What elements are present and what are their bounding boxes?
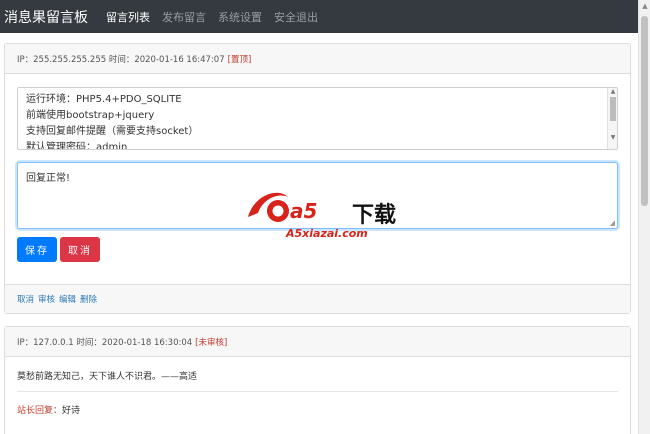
nav-logout[interactable]: 安全退出 xyxy=(274,9,318,25)
content-line: 运行环境：PHP5.4+PDO_SQLITE xyxy=(26,94,182,105)
action-delete-link[interactable]: 删除 xyxy=(80,293,97,305)
admin-reply-text: 好诗 xyxy=(62,406,81,416)
message-actions: 取消 审核 编辑 删除 xyxy=(5,284,630,313)
page-scrollbar[interactable]: ▲ xyxy=(638,0,650,434)
content-line: 默认管理密码：admin xyxy=(26,142,128,150)
scrollbar-thumb[interactable] xyxy=(641,16,648,206)
message-meta: IP：255.255.255.255 时间：2020-01-16 16:47:0… xyxy=(17,54,225,65)
save-button[interactable]: 保存 xyxy=(17,237,57,262)
content-line: 支持回复邮件提醒（需要支持socket） xyxy=(26,126,199,137)
nav-message-list[interactable]: 留言列表 xyxy=(106,9,150,25)
message-card: IP：127.0.0.1 时间：2020-01-18 16:30:04 [未审核… xyxy=(4,326,631,434)
action-approve-link[interactable]: 审核 xyxy=(38,293,55,305)
action-edit-link[interactable]: 编辑 xyxy=(59,293,76,305)
watermark-logo-text: a5 xyxy=(290,199,318,223)
unreviewed-tag[interactable]: [未审核] xyxy=(195,336,227,348)
cancel-button[interactable]: 取消 xyxy=(60,237,100,262)
message-header: IP：127.0.0.1 时间：2020-01-18 16:30:04 [未审核… xyxy=(5,327,630,357)
message-card: IP：255.255.255.255 时间：2020-01-16 16:47:0… xyxy=(4,43,631,314)
message-content-textarea[interactable]: 运行环境：PHP5.4+PDO_SQLITE 前端使用bootstrap+jqu… xyxy=(17,87,618,150)
brand-title[interactable]: 消息果留言板 xyxy=(4,7,88,27)
watermark-url: A5xiazai.com xyxy=(286,227,368,240)
textarea-scroll-thumb[interactable] xyxy=(610,97,616,121)
reply-value: 回复正常! xyxy=(26,173,71,184)
chevron-up-icon[interactable]: ▲ xyxy=(608,88,617,95)
content-line: 前端使用bootstrap+jquery xyxy=(26,110,155,121)
admin-reply-label: 站长回复： xyxy=(17,406,63,416)
divider xyxy=(17,391,618,392)
chevron-down-icon[interactable]: ▼ xyxy=(608,134,617,141)
admin-reply: 站长回复：好诗 xyxy=(17,403,80,416)
pinned-tag[interactable]: [置顶] xyxy=(228,53,252,65)
textarea-scrollbar[interactable]: ▲ ▼ xyxy=(607,88,617,149)
watermark-logo: a5 下载 A5xiazai.com xyxy=(244,187,414,245)
top-navbar: 消息果留言板 留言列表 发布留言 系统设置 安全退出 xyxy=(0,0,638,33)
action-unpin-link[interactable]: 取消 xyxy=(17,293,34,305)
message-content: 莫愁前路无知己，天下谁人不识君。——高适 xyxy=(17,372,198,382)
scroll-up-arrow-icon[interactable]: ▲ xyxy=(639,0,650,12)
watermark-title: 下载 xyxy=(352,203,397,228)
nav-system-settings[interactable]: 系统设置 xyxy=(218,9,262,25)
nav-post-message[interactable]: 发布留言 xyxy=(162,9,206,25)
message-header: IP：255.255.255.255 时间：2020-01-16 16:47:0… xyxy=(5,44,630,74)
resize-grip-icon[interactable]: ◢ xyxy=(610,219,615,227)
a5-swoosh-logo-icon xyxy=(248,192,289,222)
message-meta: IP：127.0.0.1 时间：2020-01-18 16:30:04 xyxy=(17,337,193,348)
